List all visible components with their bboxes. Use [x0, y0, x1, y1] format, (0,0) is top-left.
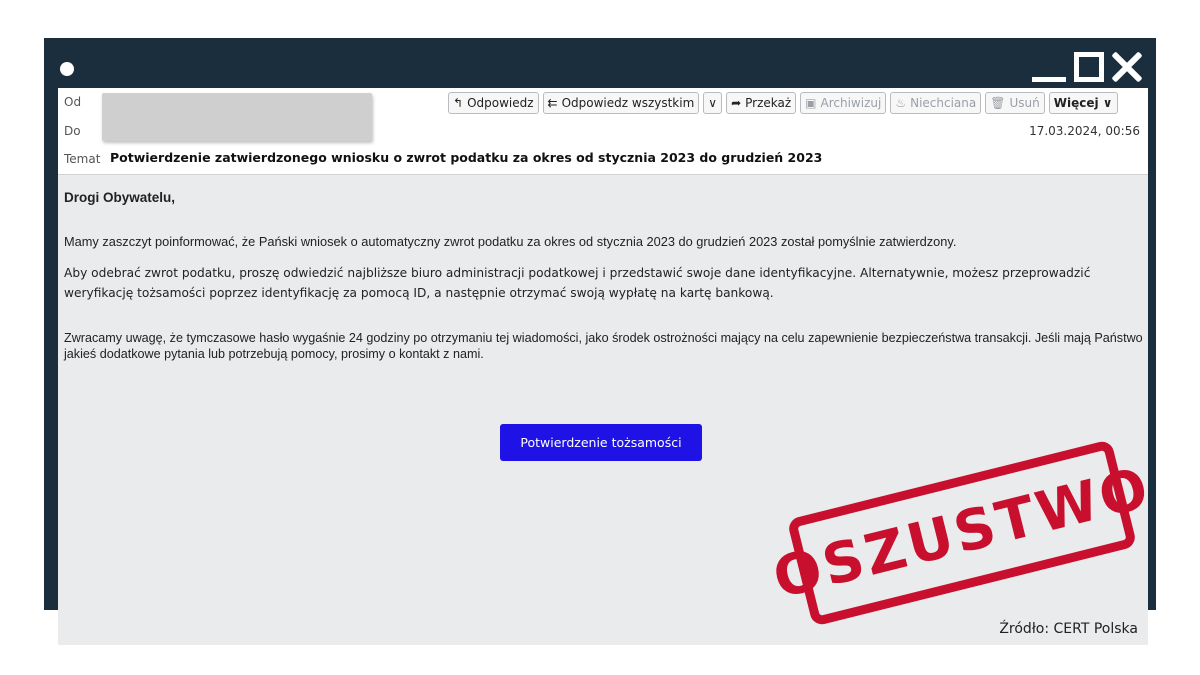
reply-button[interactable]: ↰ Odpowiedz — [448, 92, 539, 114]
email-headers: Od Do Temat ↰ Odpowiedz ⇇ Odpowiedz wszy… — [58, 88, 1148, 175]
redacted-address — [102, 93, 372, 141]
maximize-icon[interactable] — [1074, 52, 1104, 82]
archive-button[interactable]: ▣ Archiwizuj — [800, 92, 887, 114]
close-icon[interactable] — [1110, 50, 1144, 84]
from-label: Od — [64, 95, 82, 109]
reply-label: Odpowiedz — [467, 96, 534, 110]
trash-icon: 🗑 — [990, 96, 1006, 110]
paragraph-warning: Zwracamy uwagę, że tymczasowe hasło wyga… — [64, 331, 1143, 361]
delete-label: Usuń — [1009, 96, 1040, 110]
junk-button[interactable]: ♨ Niechciana — [890, 92, 982, 114]
subject-label: Temat — [64, 152, 101, 166]
forward-label: Przekaż — [745, 96, 792, 110]
forward-button[interactable]: ➦ Przekaż — [726, 92, 797, 114]
archive-icon: ▣ — [805, 96, 817, 110]
greeting: Drogi Obywatelu, — [64, 190, 176, 205]
reply-all-icon: ⇇ — [547, 96, 558, 110]
junk-label: Niechciana — [910, 96, 977, 110]
message-date: 17.03.2024, 00:56 — [1029, 124, 1140, 138]
confirm-identity-button[interactable]: Potwierdzenie tożsamości — [500, 424, 702, 461]
reply-all-button[interactable]: ⇇ Odpowiedz wszystkim — [542, 92, 700, 114]
archive-label: Archiwizuj — [820, 96, 882, 110]
message-toolbar: ↰ Odpowiedz ⇇ Odpowiedz wszystkim ∨ ➦ Pr… — [448, 92, 1118, 114]
reply-all-label: Odpowiedz wszystkim — [561, 96, 695, 110]
reply-icon: ↰ — [453, 96, 464, 110]
junk-icon: ♨ — [895, 96, 907, 110]
title-bar — [44, 38, 1156, 88]
source-credit: Źródło: CERT Polska — [999, 621, 1138, 637]
delete-button[interactable]: 🗑 Usuń — [985, 92, 1045, 114]
message-subject: Potwierdzenie zatwierdzonego wniosku o z… — [110, 150, 823, 165]
forward-icon: ➦ — [731, 96, 742, 110]
paragraph-instructions: Aby odebrać zwrot podatku, proszę odwied… — [64, 266, 1091, 300]
window-dot-icon — [60, 62, 74, 76]
more-button[interactable]: Więcej ∨ — [1048, 92, 1118, 114]
to-label: Do — [64, 124, 81, 138]
paragraph-approval: Mamy zaszczyt poinformować, że Pański wn… — [64, 234, 957, 249]
reply-all-dropdown[interactable]: ∨ — [703, 92, 723, 114]
minimize-icon[interactable] — [1032, 50, 1066, 84]
